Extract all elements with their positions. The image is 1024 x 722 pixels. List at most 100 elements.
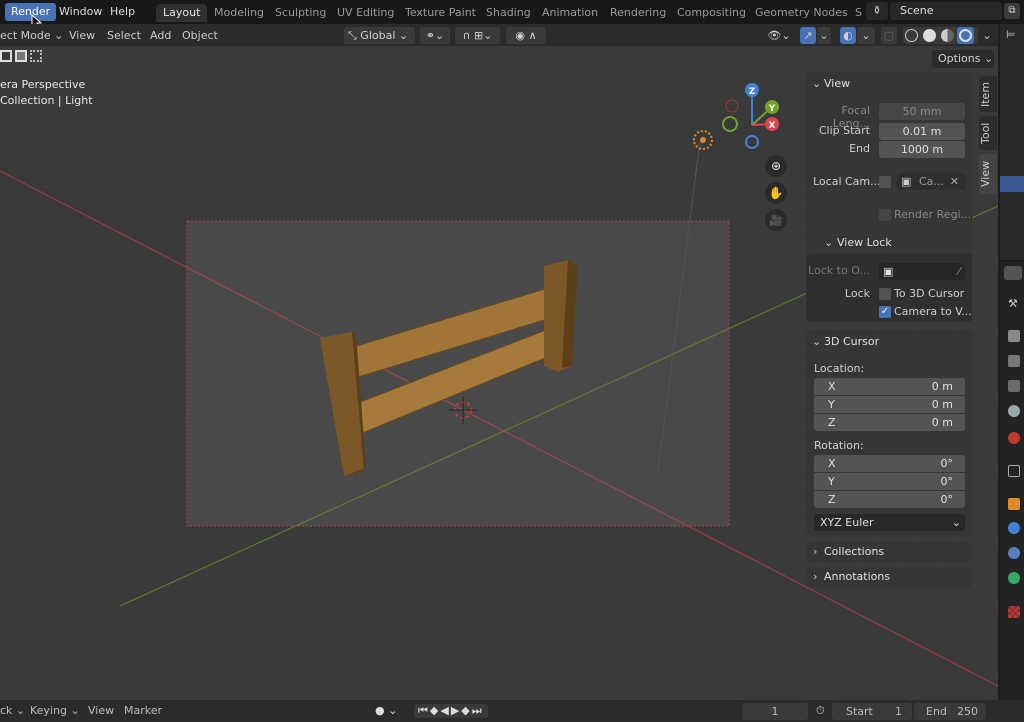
view-layer-properties-icon[interactable] [1008,380,1020,392]
visibility-icon[interactable]: 👁⌄ [766,27,792,44]
eyedropper-icon[interactable]: ⁄ [958,263,960,280]
rotation-mode-dropdown[interactable]: XYZ Euler ⌄ [814,514,965,531]
lock-to-object-field[interactable]: ▣ ⁄ [879,263,965,280]
rotation-z-field[interactable]: Z 0° [814,491,965,508]
end-frame-field[interactable]: End 250 [914,703,986,720]
rotation-y-field[interactable]: Y 0° [814,473,965,490]
tab-layout[interactable]: Layout [156,4,208,22]
scene-selector-icon[interactable]: ⚱ [866,2,888,20]
3d-cursor-title[interactable]: 3D Cursor [824,335,879,348]
view-panel-title[interactable]: View [824,77,850,90]
collection-properties-icon[interactable] [1008,465,1020,477]
options-dropdown[interactable]: Options ⌄ [932,50,994,68]
local-camera-checkbox[interactable] [879,176,891,188]
clip-end-field[interactable]: 1000 m [879,141,965,158]
scene-properties-icon[interactable] [1008,405,1020,417]
keying-menu[interactable]: Keying ⌄ [30,704,80,717]
location-z-field[interactable]: Z 0 m [814,414,965,431]
proportional-edit-icon[interactable]: ◉ ∧ [506,27,546,44]
camera-to-view-checkbox[interactable]: ✓ [879,306,891,318]
focal-length-field[interactable]: 50 mm [879,103,965,120]
tab-uv-editing[interactable]: UV Editing [330,4,401,22]
clip-start-field[interactable]: 0.01 m [879,123,965,140]
wireframe-shading-icon[interactable] [905,29,918,42]
menu-help[interactable]: Help [104,3,141,21]
material-shading-icon[interactable] [941,29,954,42]
output-properties-icon[interactable] [1008,355,1020,367]
new-scene-icon[interactable]: ⧉ [1004,3,1020,19]
playback-menu[interactable]: ck ⌄ [0,704,25,717]
sidebar-tab-tool[interactable]: Tool [979,116,997,150]
zoom-icon[interactable]: ⊕ [765,155,787,177]
gizmo-dropdown-icon[interactable]: ⌄ [817,27,831,44]
menu-object[interactable]: Object [182,27,218,44]
tab-texture-paint[interactable]: Texture Paint [398,4,483,22]
xray-icon[interactable]: ▢ [881,27,897,44]
hand-pan-icon[interactable]: ✋ [765,182,787,204]
start-frame-field[interactable]: Start 1 [832,703,912,720]
texture-properties-icon[interactable] [1008,606,1020,618]
menu-view[interactable]: View [69,27,95,44]
gizmo-toggle-icon[interactable]: ↗ [800,27,816,44]
current-frame-field[interactable]: 1 [742,703,808,720]
tab-animation[interactable]: Animation [535,4,605,22]
shading-dropdown-icon[interactable]: ⌄ [980,27,994,44]
playback-controls[interactable]: ⏮◆◀▶◆⏭ [414,704,488,718]
tab-rendering[interactable]: Rendering [603,4,673,22]
properties-editor-type-icon[interactable] [1004,266,1022,280]
tab-sculpting[interactable]: Sculpting [268,4,333,22]
physics-properties-icon[interactable] [1008,522,1020,534]
outliner-selected-row[interactable] [1000,176,1024,192]
local-camera-field[interactable]: Ca... ▣ ✕ [897,173,965,190]
record-icon[interactable]: ● ⌄ [375,704,397,717]
menu-select[interactable]: Select [107,27,141,44]
tool-properties-icon[interactable]: ⚒ [1008,297,1020,310]
rotation-x-field[interactable]: X 0° [814,455,965,472]
constraints-properties-icon[interactable] [1008,547,1020,559]
tab-geometry-nodes[interactable]: Geometry Nodes [748,4,855,22]
sidebar-tab-item[interactable]: Item [979,76,997,112]
collections-panel[interactable]: › Collections [806,542,972,562]
sidebar-tab-view[interactable]: View [979,154,997,194]
chevron-down-icon[interactable]: ⌄ [824,236,833,249]
object-properties-icon[interactable] [1008,498,1020,510]
tab-modeling[interactable]: Modeling [207,4,271,22]
orientation-dropdown[interactable]: ⤡ Global ⌄ [344,27,415,44]
to-3d-cursor-checkbox[interactable] [879,288,891,300]
select-mode-icons[interactable] [0,50,42,62]
mode-label: ect Mode [0,29,51,42]
menu-window[interactable]: Window [53,3,108,21]
chevron-down-icon[interactable]: ⌄ [812,335,821,348]
tab-compositing[interactable]: Compositing [670,4,753,22]
navigation-gizmo[interactable]: Z Y X [722,83,779,149]
stopwatch-icon[interactable]: ⏱ [816,704,825,718]
outliner-display-icon[interactable]: ⊨ [1006,28,1016,41]
select-extend-icon[interactable] [15,50,27,62]
render-properties-icon[interactable] [1008,330,1020,342]
annotations-panel[interactable]: › Annotations [806,567,972,587]
chevron-down-icon[interactable]: ⌄ [812,77,821,90]
location-x-field[interactable]: X 0 m [814,378,965,395]
mode-dropdown[interactable]: ect Mode ⌄ [0,27,63,44]
rendered-shading-icon[interactable] [957,27,974,44]
timeline-view-menu[interactable]: View [88,704,114,717]
select-subtract-icon[interactable] [30,50,42,62]
marker-menu[interactable]: Marker [124,704,162,717]
location-y-field[interactable]: Y 0 m [814,396,965,413]
select-new-icon[interactable] [0,50,12,62]
scene-field[interactable]: Scene [890,2,1002,20]
solid-shading-icon[interactable] [923,29,936,42]
light-data-properties-icon[interactable] [1008,572,1020,584]
clear-icon[interactable]: ✕ [950,173,959,190]
overlays-dropdown-icon[interactable]: ⌄ [857,27,875,44]
tab-shading[interactable]: Shading [479,4,538,22]
render-region-checkbox[interactable] [879,209,891,221]
camera-view-icon[interactable]: 🎥 [765,209,787,231]
pivot-icon[interactable]: ⚭⌄ [420,27,450,44]
view-lock-title[interactable]: View Lock [837,236,892,249]
overlays-toggle-icon[interactable]: ◐ [840,27,856,44]
world-properties-icon[interactable] [1008,432,1020,444]
menu-add[interactable]: Add [150,27,171,44]
snap-icon[interactable]: ∩ ⊞⌄ [455,27,500,44]
outliner[interactable]: ⊨ [1000,24,1024,260]
